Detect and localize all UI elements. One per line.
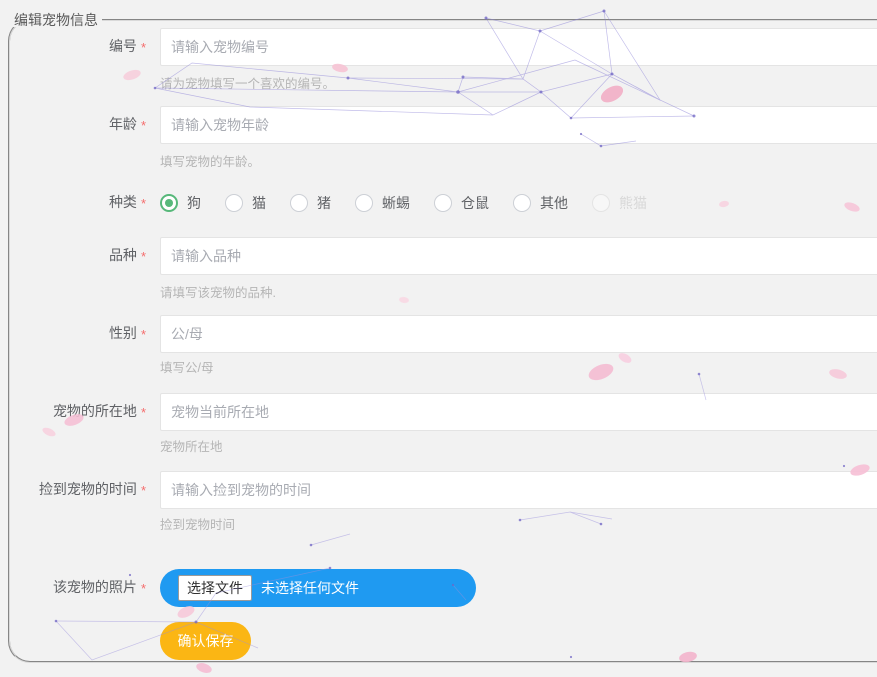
- field-label-species-text: 种类: [109, 194, 137, 210]
- pet-found-time-input[interactable]: [160, 471, 877, 509]
- field-label-id: 编号 *: [0, 27, 146, 66]
- radio-label-hamster: 仓鼠: [461, 193, 489, 213]
- help-text-location: 宠物所在地: [160, 441, 223, 454]
- field-label-found-time-text: 捡到宠物的时间: [39, 481, 137, 497]
- form-row-photo: 该宠物的照片 * 选择文件 未选择任何文件: [0, 569, 877, 607]
- pet-age-input[interactable]: [160, 106, 877, 144]
- radio-label-lizard: 蜥蜴: [382, 193, 410, 213]
- radio-label-pig: 猪: [317, 193, 331, 213]
- radio-dot-icon: [592, 194, 610, 212]
- required-asterisk: *: [141, 118, 146, 133]
- radio-dot-icon: [290, 194, 308, 212]
- required-asterisk: *: [141, 249, 146, 264]
- pet-id-input[interactable]: [160, 28, 877, 66]
- field-label-location: 宠物的所在地 *: [0, 392, 146, 431]
- field-label-breed-text: 品种: [109, 247, 137, 263]
- species-radio-group: 狗 猫 猪 蜥蜴 仓鼠 其他 熊猫: [160, 184, 671, 222]
- radio-dot-icon: [434, 194, 452, 212]
- radio-label-dog: 狗: [187, 193, 201, 213]
- field-label-photo: 该宠物的照片 *: [0, 568, 146, 607]
- help-text-id: 请为宠物填写一个喜欢的编号。: [160, 78, 335, 91]
- required-asterisk: *: [141, 405, 146, 420]
- radio-option-dog[interactable]: 狗: [160, 193, 201, 213]
- help-text-gender: 填写公/母: [160, 362, 213, 375]
- field-label-photo-text: 该宠物的照片: [53, 579, 137, 595]
- form-row-age: 年龄 *: [0, 106, 877, 144]
- field-label-age-text: 年龄: [109, 116, 137, 132]
- radio-option-pig[interactable]: 猪: [290, 193, 331, 213]
- radio-label-other: 其他: [540, 193, 568, 213]
- pet-breed-input[interactable]: [160, 237, 877, 275]
- form-row-species: 种类 * 狗 猫 猪 蜥蜴 仓鼠 其他 熊猫: [0, 184, 877, 222]
- pet-location-input[interactable]: [160, 393, 877, 431]
- field-label-gender-text: 性别: [109, 325, 137, 341]
- radio-option-panda: 熊猫: [592, 193, 647, 213]
- radio-option-hamster[interactable]: 仓鼠: [434, 193, 489, 213]
- help-text-age: 填写宠物的年龄。: [160, 156, 260, 169]
- form-row-found-time: 捡到宠物的时间 *: [0, 471, 877, 509]
- pet-gender-input[interactable]: [160, 315, 877, 353]
- required-asterisk: *: [141, 581, 146, 596]
- radio-dot-icon: [513, 194, 531, 212]
- form-row-gender: 性别 *: [0, 315, 877, 353]
- field-label-id-text: 编号: [109, 38, 137, 54]
- radio-label-panda: 熊猫: [619, 193, 647, 213]
- required-asterisk: *: [141, 40, 146, 55]
- help-text-found-time: 捡到宠物时间: [160, 519, 235, 532]
- choose-file-button[interactable]: 选择文件: [178, 575, 252, 601]
- radio-dot-icon: [355, 194, 373, 212]
- help-text-breed: 请填写该宠物的品种.: [160, 287, 276, 300]
- required-asterisk: *: [141, 483, 146, 498]
- radio-option-lizard[interactable]: 蜥蜴: [355, 193, 410, 213]
- field-label-found-time: 捡到宠物的时间 *: [0, 470, 146, 509]
- field-label-location-text: 宠物的所在地: [53, 403, 137, 419]
- field-label-breed: 品种 *: [0, 236, 146, 275]
- pet-photo-file-input[interactable]: 选择文件 未选择任何文件: [160, 569, 476, 607]
- file-selection-status: 未选择任何文件: [261, 578, 359, 598]
- form-row-id: 编号 *: [0, 28, 877, 66]
- radio-dot-icon: [225, 194, 243, 212]
- confirm-save-button[interactable]: 确认保存: [160, 622, 251, 660]
- radio-dot-icon: [160, 194, 178, 212]
- radio-label-cat: 猫: [252, 193, 266, 213]
- fieldset-legend: 编辑宠物信息: [12, 13, 102, 27]
- field-label-age: 年龄 *: [0, 105, 146, 144]
- required-asterisk: *: [141, 196, 146, 211]
- field-label-species: 种类 *: [0, 183, 146, 222]
- form-row-location: 宠物的所在地 *: [0, 393, 877, 431]
- form-row-breed: 品种 *: [0, 237, 877, 275]
- radio-option-other[interactable]: 其他: [513, 193, 568, 213]
- radio-option-cat[interactable]: 猫: [225, 193, 266, 213]
- field-label-gender: 性别 *: [0, 314, 146, 353]
- required-asterisk: *: [141, 327, 146, 342]
